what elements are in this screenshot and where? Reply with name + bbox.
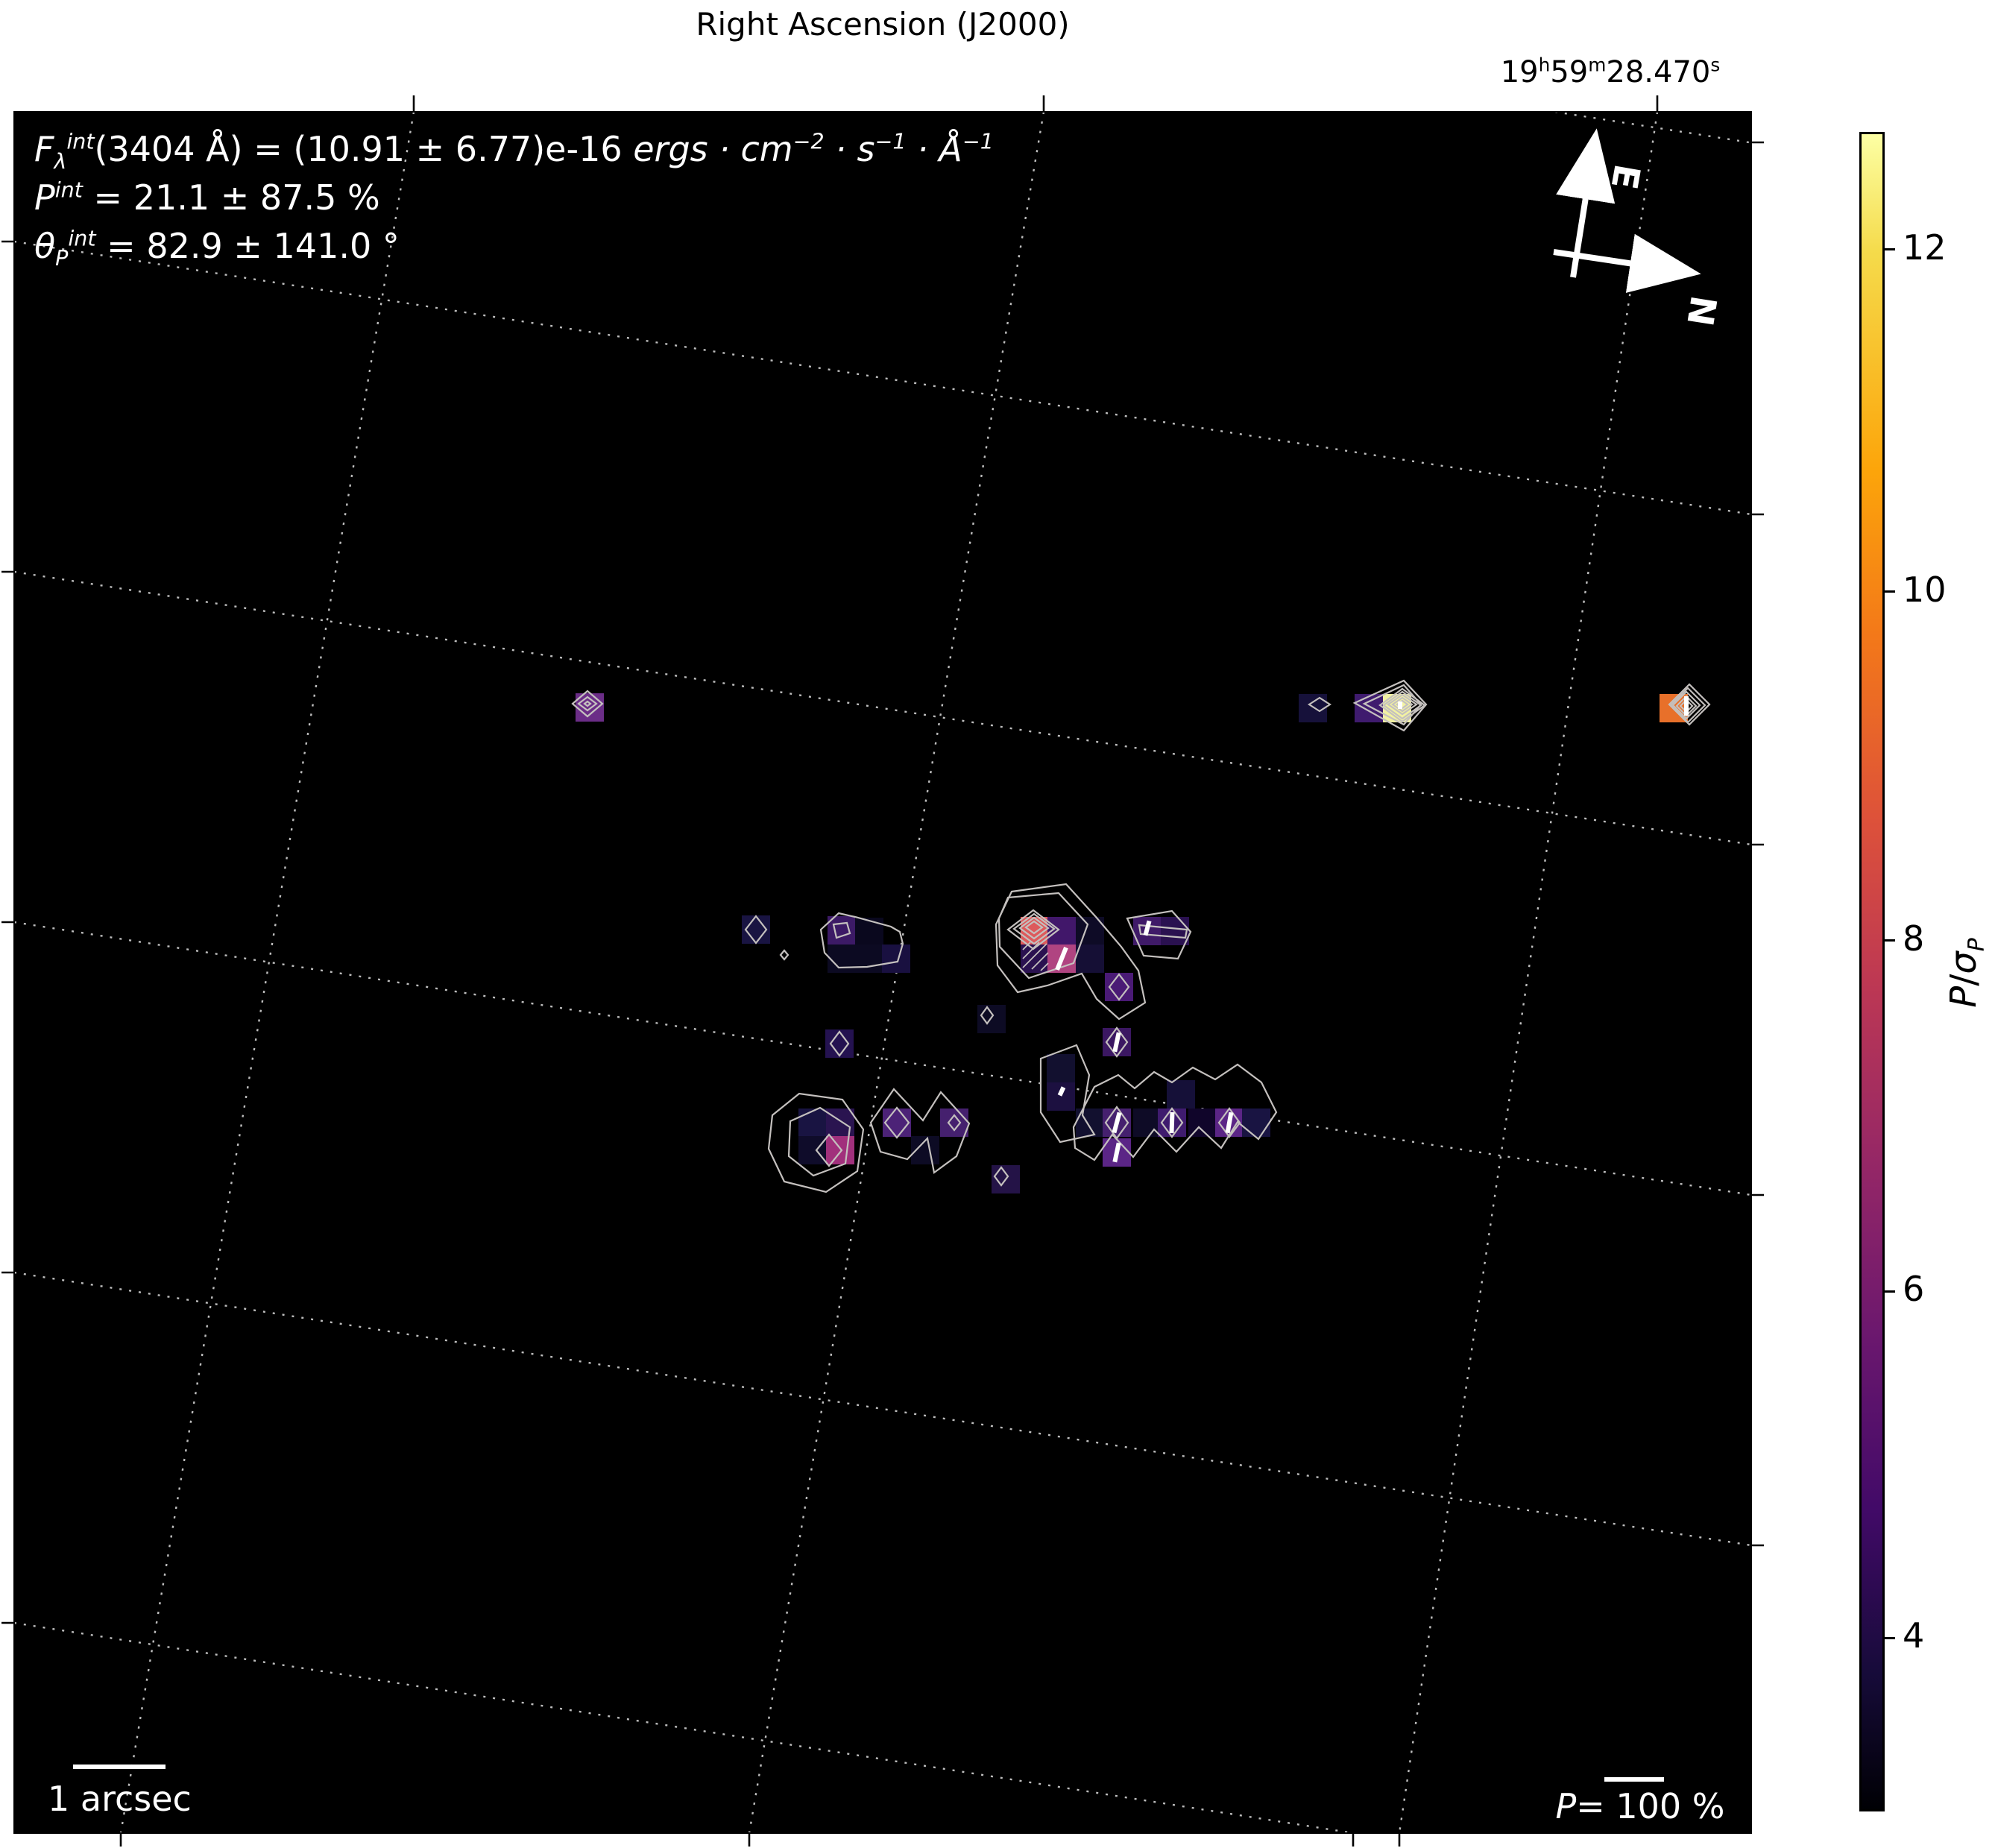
polarization-scalebar bbox=[1604, 1777, 1664, 1782]
ra-tick-label: 19h59m28.470s bbox=[1500, 54, 1721, 89]
data-pixel bbox=[798, 1136, 827, 1164]
polarization-vector bbox=[1169, 1111, 1175, 1134]
polarization-map-canvas bbox=[1, 95, 1764, 1847]
colorbar-tick-label: 6 bbox=[1903, 1269, 1925, 1310]
data-pixel bbox=[882, 945, 910, 973]
figure: Right Ascension (J2000) 19h59m28.470s Fλ… bbox=[0, 0, 1995, 1848]
scalebar-label: 1 arcsec bbox=[48, 1779, 192, 1819]
data-pixel bbox=[855, 918, 883, 946]
annotation-angle: θPint = 82.9 ± 141.0 ° bbox=[34, 226, 400, 271]
colorbar-tick-mark bbox=[1885, 248, 1895, 251]
data-pixel bbox=[1047, 1054, 1075, 1082]
arcsec-scalebar bbox=[73, 1765, 166, 1769]
colorbar-tick-mark bbox=[1885, 1636, 1895, 1639]
data-pixel bbox=[1161, 917, 1189, 945]
colorbar-axis-label: P/σP bbox=[1943, 938, 1990, 1008]
data-pixel bbox=[826, 1109, 854, 1137]
polarization-scale-label: P= 100 % bbox=[1555, 1786, 1725, 1826]
data-pixel bbox=[1167, 1080, 1195, 1109]
data-pixel bbox=[977, 1005, 1006, 1033]
colorbar-tick-label: 12 bbox=[1903, 227, 1947, 268]
data-pixel bbox=[1355, 694, 1383, 722]
colorbar-tick-mark bbox=[1885, 590, 1895, 593]
data-pixel bbox=[828, 945, 856, 973]
annotation-polarization: Pint = 21.1 ± 87.5 % bbox=[34, 177, 380, 218]
compass-north-label: N bbox=[1678, 292, 1724, 329]
data-pixel bbox=[940, 1109, 968, 1137]
colorbar-tick-label: 10 bbox=[1903, 569, 1947, 610]
colorbar-tick-mark bbox=[1885, 939, 1895, 942]
data-pixel bbox=[855, 945, 883, 973]
data-pixel bbox=[1047, 1082, 1075, 1111]
axis-title-right-ascension: Right Ascension (J2000) bbox=[696, 6, 1070, 42]
colorbar bbox=[1859, 132, 1885, 1811]
data-pixel bbox=[826, 1136, 854, 1164]
colorbar-tick-label: 8 bbox=[1903, 918, 1925, 959]
colorbar-tick-mark bbox=[1885, 1290, 1895, 1293]
annotation-block: Fλint(3404 Å) = (10.91 ± 6.77)e-16 ergs … bbox=[34, 125, 994, 271]
data-pixel bbox=[883, 1109, 911, 1137]
data-pixel bbox=[798, 1109, 827, 1137]
annotation-flux: Fλint(3404 Å) = (10.91 ± 6.77)e-16 ergs … bbox=[34, 129, 994, 174]
data-pixel bbox=[1076, 945, 1104, 973]
data-pixel bbox=[1242, 1109, 1270, 1137]
data-pixel bbox=[1188, 1109, 1217, 1137]
colorbar-tick-label: 4 bbox=[1903, 1615, 1925, 1656]
data-pixel bbox=[1076, 1109, 1104, 1137]
